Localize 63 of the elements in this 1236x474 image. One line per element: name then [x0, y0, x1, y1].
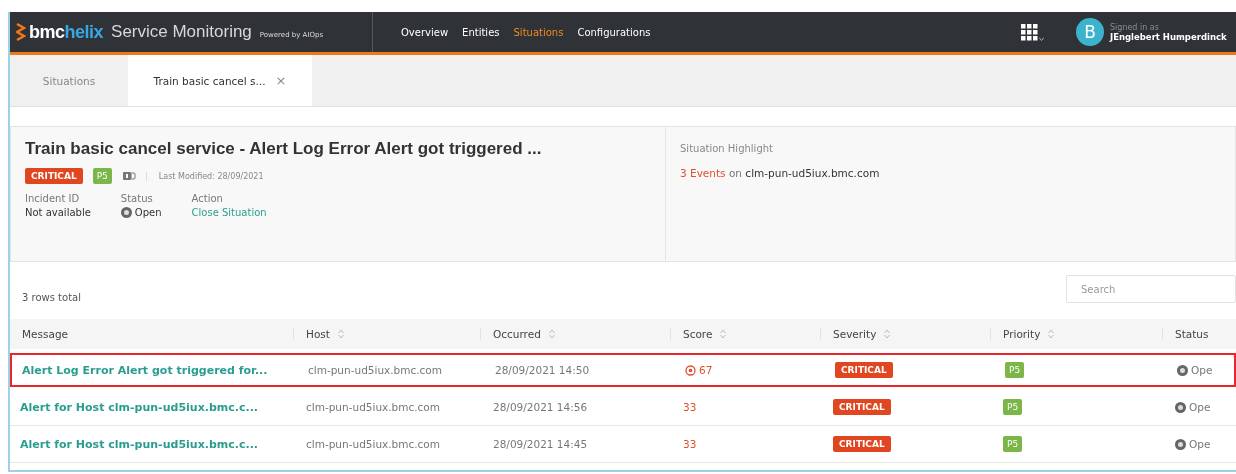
- close-icon[interactable]: ×: [275, 73, 287, 88]
- status-value: Ope: [1191, 364, 1213, 376]
- status-icon: [1175, 401, 1186, 413]
- signed-in-label: Signed in as: [1110, 22, 1160, 32]
- column-header[interactable]: Status: [1175, 328, 1209, 340]
- user-name: JEnglebert Humperdinck: [1110, 31, 1227, 42]
- nav-link[interactable]: Configurations: [577, 26, 651, 38]
- table-row[interactable]: Alert for Host clm-pun-ud5iux.bmc.c... clm-pun-ud5iux.bmc.com 28/09/2021 14:45 33 CRITICAL P5 Ope: [10, 426, 1236, 463]
- priority-badge: P5: [1005, 362, 1025, 378]
- status-icon: [1177, 364, 1188, 376]
- search-field[interactable]: Search: [1066, 275, 1236, 303]
- priority-badge: P5: [92, 168, 112, 184]
- column-header[interactable]: Host: [306, 328, 330, 340]
- severity-badge: CRITICAL: [835, 362, 893, 378]
- priority-badge: P5: [1003, 399, 1023, 415]
- table-cell-text: clm-pun-ud5iux.bmc.com: [305, 401, 442, 413]
- nav-link[interactable]: Overview: [401, 26, 449, 38]
- sort-icon[interactable]: [1048, 329, 1055, 339]
- field-value: Not available: [25, 207, 91, 218]
- severity-badge: CRITICAL: [833, 436, 891, 452]
- field-label: Status: [120, 193, 154, 204]
- column-header[interactable]: Message: [22, 328, 69, 340]
- column-header[interactable]: Severity: [833, 328, 877, 340]
- status-value: Ope: [1189, 438, 1211, 450]
- table-cell-text: 28/09/2021 14:50: [494, 364, 591, 376]
- nav-link[interactable]: Situations: [513, 26, 564, 38]
- field-label: Action: [191, 193, 224, 204]
- table-cell-text: clm-pun-ud5iux.bmc.com: [307, 364, 444, 376]
- tab[interactable]: Train basic cancel s... ×: [128, 55, 312, 106]
- sort-icon[interactable]: [884, 329, 891, 339]
- score: 67: [699, 364, 713, 376]
- highlight-title: Situation Highlight: [680, 143, 774, 154]
- priority-badge: P5: [1003, 436, 1023, 452]
- nav-link[interactable]: Entities: [462, 26, 500, 38]
- column-header[interactable]: Occurred: [493, 328, 541, 340]
- score: 33: [683, 401, 697, 413]
- status-icon: [1175, 438, 1186, 450]
- grid-icon: [1021, 23, 1038, 41]
- status-icon: [120, 207, 132, 218]
- table-row[interactable]: Alert for Host clm-pun-ud5iux.bmc.c... clm-pun-ud5iux.bmc.com 28/09/2021 14:56 33 CRITICAL P5 Ope: [10, 389, 1236, 426]
- status-value: Open: [134, 207, 162, 218]
- sort-icon[interactable]: [548, 329, 555, 339]
- last-modified: Last Modified: 28/09/2021: [145, 171, 264, 181]
- table-cell-text: clm-pun-ud5iux.bmc.com: [305, 438, 442, 450]
- status-value: Ope: [1189, 401, 1211, 413]
- sort-icon[interactable]: [337, 329, 344, 339]
- table-cell-text: 28/09/2021 14:56: [492, 401, 589, 413]
- column-header[interactable]: Priority: [1003, 328, 1041, 340]
- product-name: Service Monitoring: [111, 22, 252, 42]
- caret-icon: [1039, 36, 1044, 41]
- severity-badge: CRITICAL: [833, 399, 891, 415]
- table-cell-text: 28/09/2021 14:45: [492, 438, 589, 450]
- situation-title: Train basic cancel service - Alert Log Error Alert got triggered ...: [25, 139, 543, 159]
- severity-badge: CRITICAL: [25, 168, 83, 184]
- score: 33: [683, 438, 697, 450]
- brand-logo: bmchelix: [16, 21, 104, 43]
- table-row[interactable]: Alert Log Error Alert got triggered for... clm-pun-ud5iux.bmc.com 28/09/2021 14:50 67 CRITICAL P5 Ope: [10, 353, 1236, 387]
- sort-icon[interactable]: [720, 329, 727, 339]
- apps-menu[interactable]: [1021, 23, 1044, 41]
- field-label: Incident ID: [25, 193, 81, 204]
- rows-total: 3 rows total: [22, 291, 81, 303]
- column-header[interactable]: Score: [683, 328, 713, 340]
- highlight-text: 3 Events on clm-pun-ud5iux.bmc.com: [680, 167, 880, 179]
